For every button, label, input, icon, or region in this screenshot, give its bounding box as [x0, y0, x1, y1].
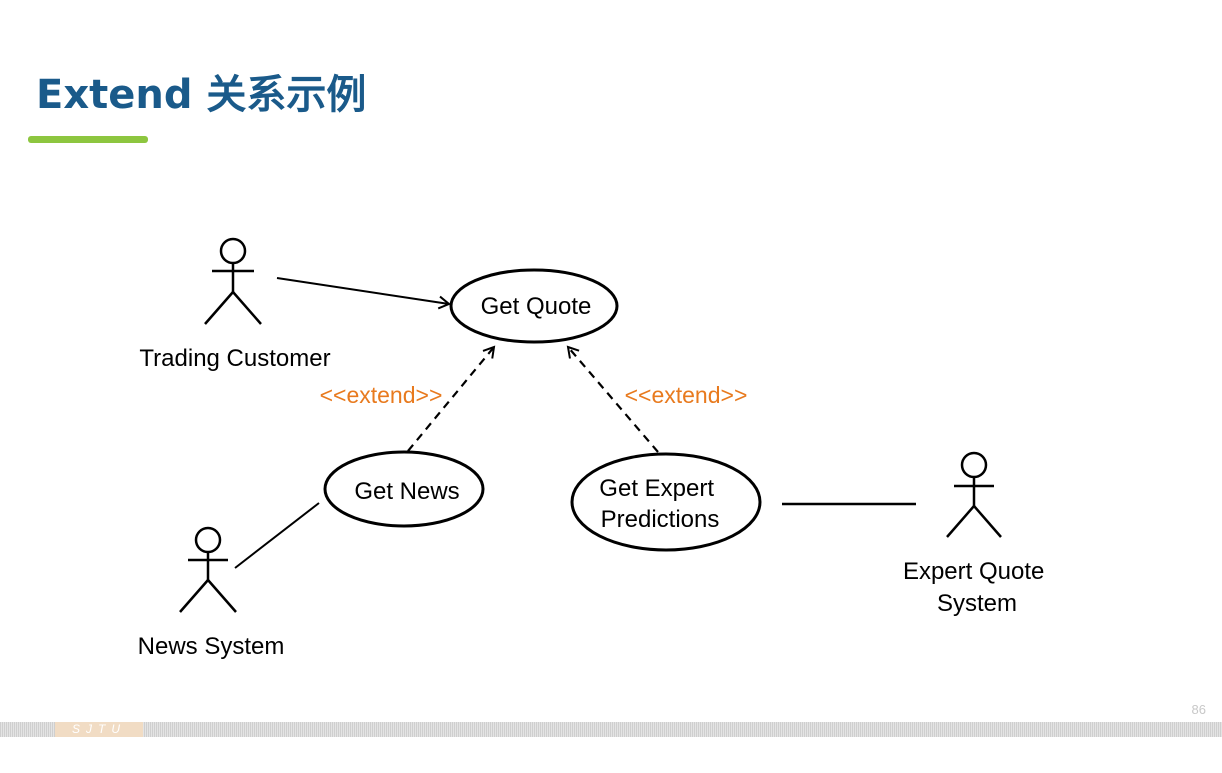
page-number: 86	[1191, 702, 1206, 717]
actor-label-news-system: News System	[138, 633, 285, 660]
use-case-label-get-news: Get News	[354, 478, 459, 505]
actor-expert-quote-system	[946, 451, 1002, 538]
footer-logo: SJTU	[55, 722, 143, 737]
stereotype-label-left: <<extend>>	[320, 382, 443, 408]
use-case-label-get-quote: Get Quote	[481, 293, 592, 320]
use-case-get-expert-predictions	[570, 452, 762, 552]
actor-news-system	[179, 526, 237, 613]
actor-label-trading-customer: Trading Customer	[139, 345, 330, 372]
association-news-system-get-news	[234, 502, 320, 569]
use-case-label-line-1: Get Expert	[599, 475, 714, 502]
stereotype-label-right: <<extend>>	[625, 382, 748, 408]
use-case-diagram: Trading Customer News System Expert Quot…	[138, 237, 1051, 660]
footer-bar	[0, 722, 1222, 737]
actor-trading-customer	[204, 237, 262, 325]
actor-label-line-1: Expert Quote	[903, 558, 1044, 585]
actor-label-line-2: System	[937, 590, 1017, 617]
actor-label-expert-quote-system: Expert Quote System	[903, 558, 1051, 617]
association-arrow-customer-get-quote	[276, 277, 451, 310]
use-case-label-line-2: Predictions	[601, 506, 720, 533]
